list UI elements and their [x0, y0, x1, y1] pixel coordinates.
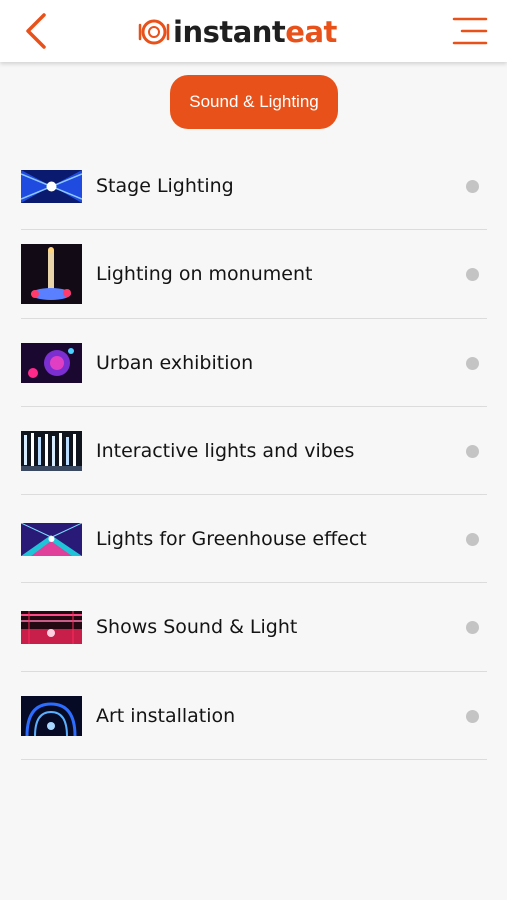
list-item[interactable]: Shows Sound & Light	[21, 583, 487, 672]
hamburger-menu-icon	[452, 17, 488, 45]
logo-wordmark: instanteat	[173, 15, 337, 49]
list-item-label: Stage Lighting	[96, 175, 234, 197]
status-dot	[466, 621, 479, 635]
list-item-label: Art installation	[96, 704, 236, 727]
list-item[interactable]: Lights for Greenhouse effect	[21, 495, 487, 584]
plate-logo-icon	[138, 19, 170, 45]
logo-text-eat: eat	[285, 15, 337, 49]
menu-button[interactable]	[450, 14, 490, 48]
list-item[interactable]: Stage Lighting	[21, 142, 487, 231]
stage-lighting-thumbnail	[21, 170, 82, 203]
status-dot	[466, 709, 479, 723]
item-list: Stage Lighting Lighting on monument Urba…	[21, 142, 487, 761]
list-item[interactable]: Urban exhibition	[21, 319, 487, 407]
status-dot	[466, 444, 479, 458]
app-logo: instanteat	[138, 12, 337, 52]
list-item-label: Shows Sound & Light	[96, 616, 298, 639]
back-button[interactable]	[18, 10, 54, 52]
monument-thumbnail	[21, 244, 82, 305]
shows-sound-light-thumbnail	[21, 611, 82, 645]
art-installation-thumbnail	[21, 695, 82, 736]
list-item-label: Interactive lights and vibes	[96, 439, 355, 462]
list-item-label: Lights for Greenhouse effect	[96, 528, 367, 551]
greenhouse-thumbnail	[21, 523, 82, 557]
status-dot	[466, 533, 479, 547]
list-item[interactable]: Art installation	[21, 672, 487, 761]
urban-exhibition-thumbnail	[21, 342, 82, 383]
status-dot	[466, 356, 479, 370]
list-item[interactable]: Lighting on monument	[21, 230, 487, 319]
chevron-left-icon	[26, 13, 46, 49]
status-dot	[466, 268, 479, 282]
status-dot	[466, 180, 479, 193]
list-item-label: Urban exhibition	[96, 351, 254, 374]
list-item[interactable]: Interactive lights and vibes	[21, 407, 487, 496]
app-header: instanteat	[0, 0, 507, 62]
category-filter-button[interactable]: Sound & Lighting	[170, 75, 338, 129]
logo-text-instant: instant	[173, 15, 286, 49]
list-item-label: Lighting on monument	[96, 263, 313, 286]
interactive-lights-thumbnail	[21, 430, 82, 471]
